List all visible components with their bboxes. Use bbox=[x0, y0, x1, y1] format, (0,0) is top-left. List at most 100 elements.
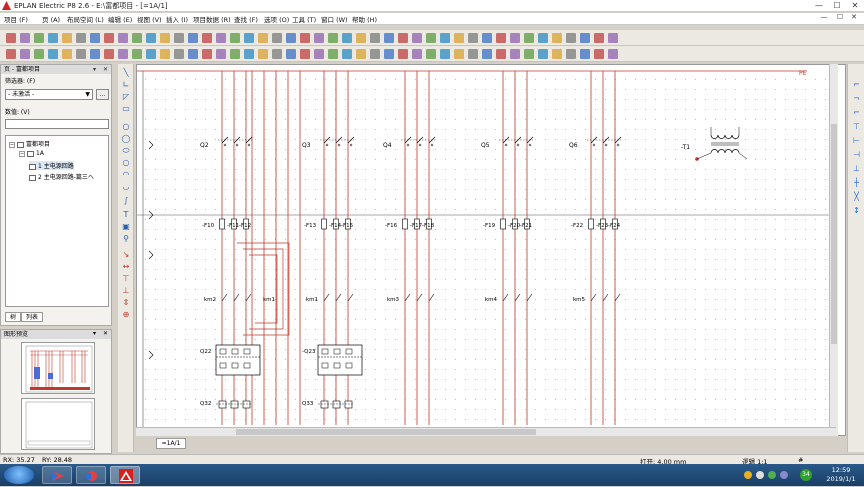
toolbar2-tool-icon[interactable] bbox=[510, 49, 520, 59]
toolbar2-tool-icon[interactable] bbox=[384, 49, 394, 59]
toolbar2-tool-icon[interactable] bbox=[132, 49, 142, 59]
toolbar2-tool-icon[interactable] bbox=[440, 49, 450, 59]
tree-page-1[interactable]: 1 主电源回路 bbox=[29, 161, 74, 170]
tab-list[interactable]: 列表 bbox=[21, 312, 44, 322]
toolbar2-tool-icon[interactable] bbox=[524, 49, 534, 59]
toolbar2-tool-icon[interactable] bbox=[202, 49, 212, 59]
toolbar1-tool-icon[interactable] bbox=[566, 33, 576, 43]
doc-minimize-button[interactable]: — bbox=[818, 13, 830, 21]
dimension2-tool-icon[interactable]: ↔ bbox=[121, 262, 131, 272]
line-tool-icon[interactable]: ╲ bbox=[121, 68, 131, 78]
schematic-drawing[interactable]: Q2-F10 -F11 -F12km2Q3-F13 -F14 -F15km1Q4-F16… bbox=[137, 65, 846, 436]
corner-connect-icon[interactable]: ⌐ bbox=[851, 80, 862, 90]
toolbar2-tool-icon[interactable] bbox=[538, 49, 548, 59]
toolbar1-tool-icon[interactable] bbox=[300, 33, 310, 43]
toolbar1-tool-icon[interactable] bbox=[510, 33, 520, 43]
toolbar2-tool-icon[interactable] bbox=[468, 49, 478, 59]
toolbar2-tool-icon[interactable] bbox=[300, 49, 310, 59]
menu-find[interactable]: 查找 (F) bbox=[234, 14, 258, 24]
toolbar1-tool-icon[interactable] bbox=[6, 33, 16, 43]
toolbar2-tool-icon[interactable] bbox=[118, 49, 128, 59]
tab-tree[interactable]: 树 bbox=[5, 312, 22, 322]
menu-layout-space[interactable]: 布局空间 (L) bbox=[67, 14, 104, 24]
toolbar1-tool-icon[interactable] bbox=[524, 33, 534, 43]
page-tab[interactable]: =1A/1 bbox=[156, 438, 186, 449]
menu-help[interactable]: 帮助 (H) bbox=[352, 14, 377, 24]
toolbar2-tool-icon[interactable] bbox=[104, 49, 114, 59]
tee-connect4-icon[interactable]: ⊥ bbox=[851, 164, 862, 174]
arc-tool-icon[interactable]: ◠ bbox=[121, 170, 131, 180]
toolbar1-tool-icon[interactable] bbox=[76, 33, 86, 43]
menu-project-data[interactable]: 项目数据 (R) bbox=[193, 14, 231, 24]
menu-window[interactable]: 窗口 (W) bbox=[321, 14, 348, 24]
ellipse-tool-icon[interactable]: ⬭ bbox=[121, 146, 131, 156]
tray-icon-2[interactable] bbox=[756, 471, 764, 479]
toolbar2-tool-icon[interactable] bbox=[174, 49, 184, 59]
toolbar2-tool-icon[interactable] bbox=[454, 49, 464, 59]
tree-page-2[interactable]: 2 主电源回路-篇三ヘ bbox=[29, 172, 94, 181]
menu-insert[interactable]: 插入 (I) bbox=[166, 14, 188, 24]
hyperlink-tool-icon[interactable]: ⚲ bbox=[121, 234, 131, 244]
toolbar1-tool-icon[interactable] bbox=[216, 33, 226, 43]
toolbar1-tool-icon[interactable] bbox=[482, 33, 492, 43]
toolbar2-tool-icon[interactable] bbox=[272, 49, 282, 59]
toolbar2-tool-icon[interactable] bbox=[188, 49, 198, 59]
close-button[interactable]: ✕ bbox=[846, 0, 864, 11]
dimension5-tool-icon[interactable]: ⇕ bbox=[121, 298, 131, 308]
ellipse2-tool-icon[interactable]: ○ bbox=[121, 158, 131, 168]
toolbar1-tool-icon[interactable] bbox=[454, 33, 464, 43]
horizontal-scroll-thumb[interactable] bbox=[236, 429, 536, 435]
doc-restore-button[interactable]: ☐ bbox=[834, 13, 846, 21]
toolbar1-tool-icon[interactable] bbox=[594, 33, 604, 43]
taskbar-app-1[interactable] bbox=[42, 466, 72, 484]
toolbar1-tool-icon[interactable] bbox=[314, 33, 324, 43]
polyline-tool-icon[interactable]: ∟ bbox=[121, 80, 131, 90]
tray-icon-1[interactable] bbox=[744, 471, 752, 479]
horizontal-scrollbar[interactable] bbox=[136, 427, 836, 436]
taskbar-clock[interactable]: 12:59 2019/1/1 bbox=[816, 466, 864, 484]
toolbar1-tool-icon[interactable] bbox=[160, 33, 170, 43]
toolbar2-tool-icon[interactable] bbox=[566, 49, 576, 59]
toolbar2-tool-icon[interactable] bbox=[426, 49, 436, 59]
toolbar1-tool-icon[interactable] bbox=[342, 33, 352, 43]
tray-badge[interactable]: 34 bbox=[800, 469, 812, 481]
toolbar1-tool-icon[interactable] bbox=[272, 33, 282, 43]
cross-connect-icon[interactable]: ┼ bbox=[851, 178, 862, 188]
vertical-scrollbar[interactable] bbox=[829, 64, 838, 436]
toolbar2-tool-icon[interactable] bbox=[370, 49, 380, 59]
panel-close-icon[interactable]: ✕ bbox=[103, 65, 108, 74]
toolbar2-tool-icon[interactable] bbox=[314, 49, 324, 59]
toolbar2-tool-icon[interactable] bbox=[398, 49, 408, 59]
maximize-button[interactable]: ☐ bbox=[828, 0, 846, 11]
collapse-icon[interactable]: − bbox=[9, 141, 15, 148]
toolbar1-tool-icon[interactable] bbox=[468, 33, 478, 43]
toolbar2-tool-icon[interactable] bbox=[146, 49, 156, 59]
dimension3-tool-icon[interactable]: ⊤ bbox=[121, 274, 131, 284]
toolbar1-tool-icon[interactable] bbox=[202, 33, 212, 43]
toolbar2-tool-icon[interactable] bbox=[160, 49, 170, 59]
toolbar2-tool-icon[interactable] bbox=[482, 49, 492, 59]
filter-more-button[interactable]: ... bbox=[96, 89, 109, 100]
toolbar1-tool-icon[interactable] bbox=[384, 33, 394, 43]
menu-tools[interactable]: 工具 (T) bbox=[292, 14, 316, 24]
panel-pin-icon[interactable]: ▾ bbox=[93, 65, 96, 74]
preview-close-icon[interactable]: ✕ bbox=[103, 330, 108, 337]
text-tool-icon[interactable]: T bbox=[121, 210, 131, 220]
preview-thumbnail-2[interactable] bbox=[21, 398, 95, 450]
circle2-tool-icon[interactable]: ◯ bbox=[121, 134, 131, 144]
taskbar-eplan[interactable] bbox=[110, 466, 140, 484]
toolbar2-tool-icon[interactable] bbox=[216, 49, 226, 59]
tray-icon-3[interactable] bbox=[768, 471, 776, 479]
toolbar1-tool-icon[interactable] bbox=[286, 33, 296, 43]
toolbar1-tool-icon[interactable] bbox=[188, 33, 198, 43]
toolbar2-tool-icon[interactable] bbox=[76, 49, 86, 59]
toolbar2-tool-icon[interactable] bbox=[594, 49, 604, 59]
preview-pin-icon[interactable]: ▾ bbox=[93, 330, 96, 337]
toolbar1-tool-icon[interactable] bbox=[34, 33, 44, 43]
rectangle-tool-icon[interactable]: ▭ bbox=[121, 104, 131, 114]
vertical-scroll-thumb[interactable] bbox=[831, 124, 837, 344]
toolbar2-tool-icon[interactable] bbox=[34, 49, 44, 59]
toolbar1-tool-icon[interactable] bbox=[496, 33, 506, 43]
menu-project[interactable]: 项目 (F) bbox=[4, 14, 28, 24]
toolbar2-tool-icon[interactable] bbox=[342, 49, 352, 59]
